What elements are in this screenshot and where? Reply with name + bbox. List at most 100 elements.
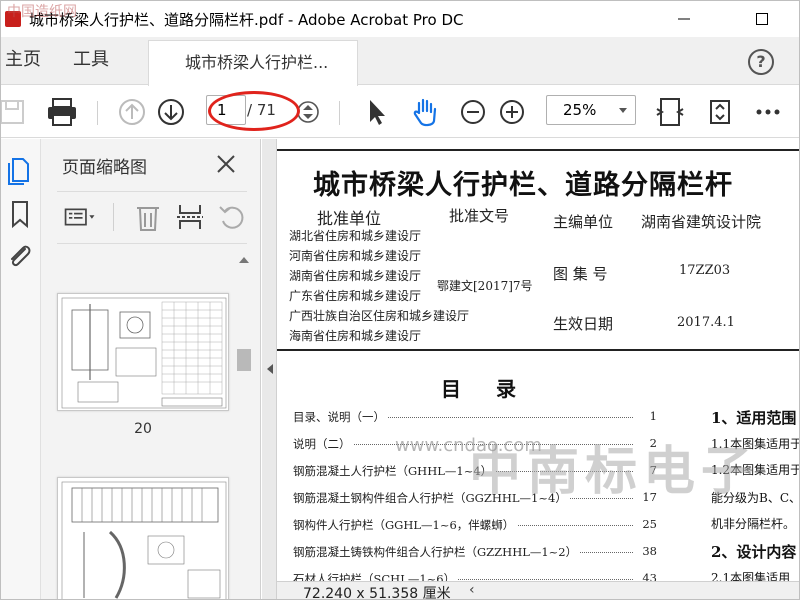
tab-document[interactable]: 城市桥梁人行护栏... [148,40,358,86]
zoom-value: 25% [563,101,597,119]
extract-page-icon[interactable] [173,201,207,233]
tab-tools[interactable]: 工具 [73,37,109,85]
hand-tool-icon[interactable] [409,95,443,129]
zoom-dropdown[interactable]: 25% [546,95,636,125]
body-text-line: 1.2本图集适用于 [711,463,800,477]
effective-date-value: 2017.4.1 [677,315,735,330]
toc-entry-name: 目录、说明（一） [293,409,388,425]
page-total-label: / 71 [247,101,276,119]
page-border [277,149,799,151]
scrollbar-thumb[interactable] [237,349,251,371]
divider [113,203,114,231]
editor-value: 湖南省建筑设计院 [641,213,762,231]
minimize-icon [678,18,690,20]
thumbnail-scrollbar[interactable] [237,251,251,599]
body-text-line: 1.1本图集适用于 [711,437,800,451]
toc-entry-name: 钢筋混凝土铸铁构件组合人行护栏（GZZHHL—1~2） [293,544,581,560]
page-dimensions: 72.240 x 51.358 厘米 [303,586,451,600]
approval-agency: 河南省住房和城乡建设厅 [289,249,422,263]
toc-entry[interactable]: 钢筋混凝土钢构件组合人行护栏（GGZHHL—1~4） 17 [293,490,657,508]
corner-watermark: 中国造纸网 [7,4,77,20]
divider [57,243,247,244]
page-thumbnails-icon[interactable] [7,155,33,185]
main-toolbar [0,86,799,138]
body-text-line: 能分级为B、C、 [711,491,800,505]
approval-doc-value: 鄂建文[2017]7号 [437,279,533,293]
thumbnail-page-label: 20 [134,421,152,437]
zoom-out-icon[interactable] [456,95,490,129]
toolbar-separator [339,101,340,125]
delete-page-icon[interactable] [131,201,165,233]
toc-entry-name: 钢构件人行护栏（GGHL—1~6，伴螺蛳） [293,517,518,533]
save-icon[interactable] [0,95,31,129]
toc-entry[interactable]: 石材人行护栏（SCHL—1~6） 43 [293,571,657,581]
toc-entry[interactable]: 钢构件人行护栏（GGHL—1~6，伴螺蛳） 25 [293,517,657,535]
page-stepper-icon[interactable] [291,95,325,129]
watermark-url: www.cndao.com [395,435,542,456]
document-title: 城市桥梁人行护栏、道路分隔栏杆 [313,170,733,201]
thumbnail-drawing [61,297,227,409]
fit-page-icon[interactable] [653,95,687,129]
thumbnail-page[interactable] [57,293,229,411]
thumbnail-drawing [61,481,227,599]
thumbnail-page[interactable] [57,477,229,599]
approval-agency: 湖北省住房和城乡建设厅 [289,229,422,243]
next-page-icon[interactable] [154,95,188,129]
undo-rotate-icon[interactable] [215,201,249,233]
rotate-view-icon[interactable] [703,95,737,129]
title-bar: 城市桥梁人行护栏、道路分隔栏杆.pdf - Adobe Acrobat Pro … [1,1,799,37]
more-options-icon[interactable] [751,95,785,129]
toc-entry[interactable]: 钢筋混凝土铸铁构件组合人行护栏（GZZHHL—1~2） 38 [293,544,657,562]
select-tool-icon[interactable] [359,95,393,129]
approval-doc-label: 批准文号 [449,207,510,225]
section-heading: 2、设计内容 [711,543,797,561]
toc-entry-page: 2 [637,436,657,450]
status-bar: 72.240 x 51.358 厘米 ‹ [277,581,799,600]
acrobat-window: 城市桥梁人行护栏、道路分隔栏杆.pdf - Adobe Acrobat Pro … [0,0,800,600]
thumbnail-options-icon[interactable] [63,201,97,233]
approval-unit-label: 批准单位 [317,209,382,228]
toc-entry-page: 1 [637,409,657,423]
attachment-icon[interactable] [5,241,33,271]
scroll-up-icon[interactable] [238,255,250,265]
toc-entry-name: 钢筋混凝土人行护栏（GHHL—1~4） [293,463,496,479]
editor-label: 主编单位 [553,213,614,231]
zoom-in-icon[interactable] [495,95,529,129]
toc-entry-name: 钢筋混凝土钢构件组合人行护栏（GGZHHL—1~4） [293,490,570,506]
divider [57,191,247,192]
body-text-line: 2.1本图集适用 [711,571,791,581]
page-rule [277,349,799,351]
help-icon[interactable]: ? [748,49,774,75]
navigation-rail [1,139,41,599]
previous-page-icon[interactable] [115,95,149,129]
window-title: 城市桥梁人行护栏、道路分隔栏杆.pdf - Adobe Acrobat Pro … [29,10,464,29]
body-text-line: 机非分隔栏杆。 [711,517,796,531]
tab-bar: 主页 工具 城市桥梁人行护栏... ? [1,37,799,86]
approval-agency: 湖南省住房和城乡建设厅 [289,269,422,283]
print-icon[interactable] [45,95,79,129]
toc-entry-page: 43 [637,571,657,581]
toc-entry-page: 7 [637,463,657,477]
approval-agency: 广东省住房和城乡建设厅 [289,289,422,303]
chevron-left-icon[interactable]: ‹ [469,582,475,598]
collapse-left-icon [267,364,273,374]
effective-date-label: 生效日期 [553,315,614,333]
approval-agency: 广西壮族自治区住房和城乡建设厅 [289,309,470,323]
toc-entry[interactable]: 钢筋混凝土人行护栏（GHHL—1~4） 7 [293,463,657,481]
toc-entry-page: 17 [637,490,657,504]
close-icon[interactable] [213,151,239,177]
thumbnails-panel-title: 页面缩略图 [62,158,147,178]
bookmark-icon[interactable] [7,199,33,229]
toc-entry[interactable]: 目录、说明（一） 1 [293,409,657,427]
section-heading: 1、适用范围 [711,409,797,427]
tab-home[interactable]: 主页 [5,37,41,85]
atlas-number-label: 图 集 号 [553,265,608,283]
chevron-down-icon [619,108,627,113]
document-view[interactable]: 城市桥梁人行护栏、道路分隔栏杆 批准单位 批准文号 主编单位 湖南省建筑设计院 … [277,139,800,581]
page-number-input[interactable]: 1 [206,95,246,125]
maximize-button[interactable] [739,1,785,37]
toc-entry-page: 25 [637,517,657,531]
minimize-button[interactable] [661,1,707,37]
panel-collapse-strip[interactable] [262,139,277,599]
thumbnails-panel: 页面缩略图 20 [41,139,261,599]
